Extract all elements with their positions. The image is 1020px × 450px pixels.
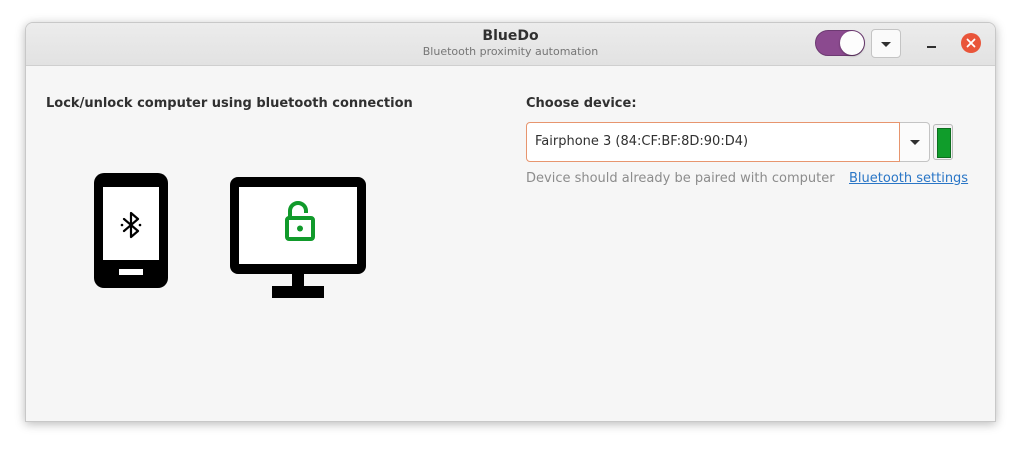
menu-button[interactable] [871,29,901,58]
connection-status-indicator [933,124,953,160]
minimize-icon [927,46,936,48]
minimize-button[interactable] [922,33,942,53]
device-dropdown-button[interactable] [900,122,930,162]
bluetooth-settings-link[interactable]: Bluetooth settings [849,171,968,186]
header-bar: BlueDo Bluetooth proximity automation [26,23,995,66]
status-fill [937,128,951,158]
smartphone-bluetooth-icon [94,173,168,288]
device-entry[interactable]: Fairphone 3 (84:CF:BF:8D:90:D4) [526,122,900,162]
toggle-knob [840,31,864,55]
close-button[interactable] [961,33,981,53]
app-window: BlueDo Bluetooth proximity automation Lo… [25,22,996,422]
monitor-unlocked-icon [230,177,366,298]
pairing-hint: Device should already be paired with com… [526,171,835,186]
choose-device-label: Choose device: [526,96,637,111]
close-icon [966,38,976,48]
device-combobox[interactable]: Fairphone 3 (84:CF:BF:8D:90:D4) [526,122,930,162]
lock-unlock-heading: Lock/unlock computer using bluetooth con… [46,96,413,111]
chevron-down-icon [909,140,920,145]
enable-toggle[interactable] [815,30,865,56]
chevron-down-icon [881,41,891,47]
